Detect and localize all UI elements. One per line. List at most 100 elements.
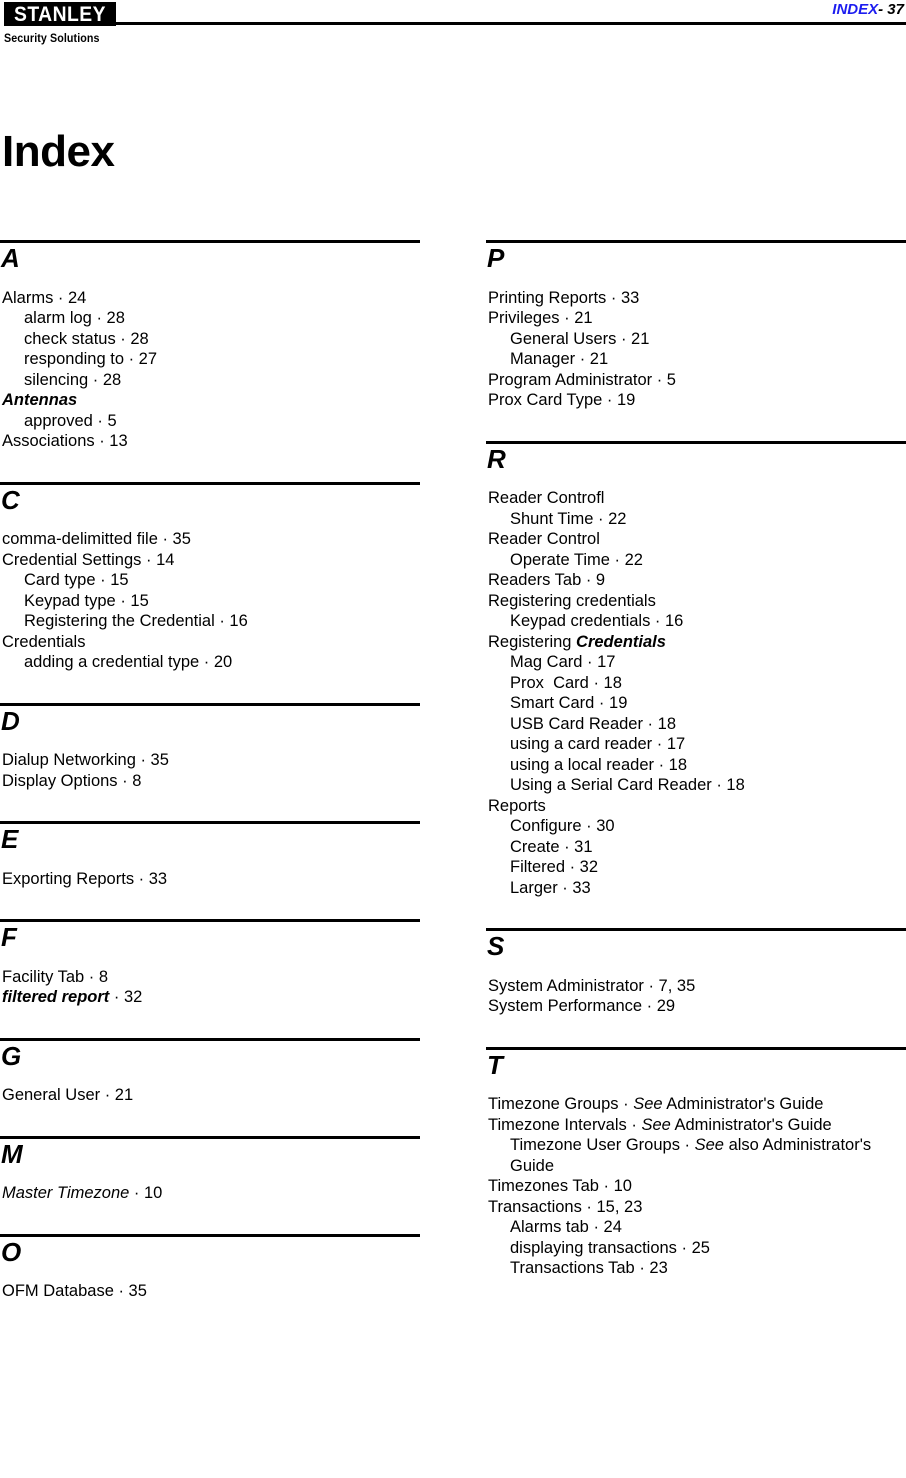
- section-divider: [0, 1233, 420, 1237]
- section-letter-heading: S: [487, 931, 505, 962]
- index-entry: comma-delimitted file · 35: [2, 530, 191, 549]
- index-subentry: Manager · 21: [510, 350, 609, 369]
- index-entry: Facility Tab · 8: [2, 967, 109, 986]
- index-section-O: O OFM Database · 35: [0, 1233, 420, 1302]
- index-entry: Reader Control: [488, 530, 600, 549]
- index-subentry: Prox Card · 18: [510, 673, 622, 692]
- index-subentry: Operate Time · 22: [510, 550, 643, 569]
- index-subentry: using a local reader · 18: [510, 755, 688, 774]
- index-subentry: Card type · 15: [24, 571, 129, 590]
- index-section-C: Ccomma-delimitted file · 35 Credential Se…: [0, 481, 420, 673]
- entry-see-reference: See: [641, 1115, 671, 1134]
- index-entry: Master Timezone · 10: [2, 1183, 420, 1204]
- section-divider: [486, 928, 906, 932]
- section-letter-heading: A: [1, 243, 20, 273]
- entry-emphasis: Antennas: [2, 391, 78, 410]
- entry-lead: Timezone Intervals ·: [488, 1115, 642, 1134]
- entry-see-reference: See: [694, 1136, 724, 1155]
- index-entry: filtered report · 32: [2, 987, 420, 1008]
- entry-locator: · 32: [109, 988, 143, 1007]
- index-subentry: alarm log · 28: [24, 309, 125, 328]
- index-subentry: USB Card Reader · 18: [510, 714, 676, 733]
- section-entries: OFM Database · 35: [0, 1281, 420, 1302]
- index-section-F: F Facility Tab · 8 filtered report · 32: [0, 919, 420, 1008]
- index-entry: Program Administrator · 5: [488, 370, 676, 389]
- index-entry: Dialup Networking · 35: [2, 751, 169, 770]
- section-entries: Timezone Groups · See Administrator's Gu…: [486, 1094, 906, 1279]
- index-subentry: General Users · 21: [510, 329, 650, 348]
- folio-section-label: INDEX: [832, 1, 879, 18]
- section-divider: [486, 240, 906, 243]
- index-entry: Privileges · 21: [488, 309, 593, 328]
- section-letter-heading: D: [1, 705, 20, 736]
- index-entry: Associations · 13: [2, 432, 128, 451]
- index-entry: Credentials: [2, 632, 86, 651]
- entry-target: Administrator's Guide: [662, 1095, 824, 1114]
- section-letter-heading: C: [1, 484, 20, 515]
- section-divider: [0, 1037, 420, 1041]
- page-folio: INDEX- 37: [832, 1, 904, 18]
- index-subentry: displaying transactions · 25: [510, 1238, 710, 1257]
- index-column-left: A Alarms · 24 alarm log · 28 check status ·…: [0, 240, 420, 1302]
- entry-emphasis: Master Timezone: [2, 1184, 130, 1203]
- index-subentry: check status · 28: [24, 329, 149, 348]
- index-entry: Display Options · 8: [2, 771, 142, 790]
- index-entry: Transactions · 15, 23: [488, 1197, 643, 1216]
- index-entry: Antennas: [2, 390, 420, 411]
- index-section-R: R Reader Controfl Shunt Time · 22 Reader Co…: [486, 440, 906, 899]
- index-entry: Exporting Reports · 33: [2, 869, 168, 888]
- entry-target: Administrator's Guide: [670, 1115, 832, 1134]
- index-section-G: G General User · 21: [0, 1037, 420, 1106]
- index-subentry: Keypad type · 15: [24, 591, 149, 610]
- index-entry: Reader Controfl: [488, 489, 605, 508]
- index-subentry: approved · 5: [24, 411, 117, 430]
- index-entry: Reports: [488, 796, 546, 815]
- index-entry: System Administrator · 7, 35: [488, 976, 696, 995]
- section-letter-heading: T: [487, 1049, 503, 1080]
- index-section-S: S System Administrator · 7, 35 System Perf…: [486, 928, 906, 1017]
- section-entries: Reader Controfl Shunt Time · 22 Reader Con…: [486, 488, 906, 898]
- index-subentry: Smart Card · 19: [510, 694, 628, 713]
- entry-emphasis: Credentials: [576, 632, 666, 651]
- index-entry: Registering Credentials: [488, 632, 906, 653]
- index-subentry: using a card reader · 17: [510, 735, 686, 754]
- index-section-T: T Timezone Groups · See Administrator's G…: [486, 1046, 906, 1279]
- section-entries: comma-delimitted file · 35 Credential Set…: [0, 529, 420, 673]
- index-entry: Timezones Tab · 10: [488, 1177, 632, 1196]
- section-entries: Master Timezone · 10: [0, 1183, 420, 1204]
- index-entry: Prox Card Type · 19: [488, 391, 636, 410]
- entry-lead: Timezone Groups ·: [488, 1095, 634, 1114]
- index-subentry: silencing · 28: [24, 370, 122, 389]
- index-entry: Readers Tab · 9: [488, 571, 606, 590]
- index-entry: Printing Reports · 33: [488, 288, 640, 307]
- section-entries: Dialup Networking · 35 Display Options · …: [0, 750, 420, 791]
- section-entries: Exporting Reports · 33: [0, 869, 420, 890]
- index-entry: Timezone Intervals · See Administrator's…: [488, 1115, 906, 1136]
- section-letter-heading: E: [1, 824, 19, 855]
- index-column-right: P Printing Reports · 33 Privileges · 21 Gen…: [486, 240, 906, 1279]
- section-letter-heading: R: [487, 443, 506, 474]
- index-subentry: Configure · 30: [510, 817, 615, 836]
- index-section-A: A Alarms · 24 alarm log · 28 check status ·…: [0, 240, 420, 452]
- index-subentry: Larger · 33: [510, 878, 591, 897]
- index-section-D: D Dialup Networking · 35 Display Options ·…: [0, 702, 420, 792]
- section-divider: [486, 1046, 906, 1050]
- header-divider: [113, 22, 906, 25]
- index-subentry: Alarms tab · 24: [510, 1218, 622, 1237]
- section-divider: [0, 1135, 420, 1139]
- index-subentry: responding to · 27: [24, 350, 158, 369]
- index-subentry: Keypad credentials · 16: [510, 612, 684, 631]
- logo-tagline: Security Solutions: [4, 33, 100, 45]
- index-section-E: E Exporting Reports · 33: [0, 821, 420, 889]
- page-title: Index: [2, 127, 115, 176]
- index-section-P: P Printing Reports · 33 Privileges · 21 Gen…: [486, 240, 906, 411]
- stanley-logo: STANLEY: [4, 2, 116, 26]
